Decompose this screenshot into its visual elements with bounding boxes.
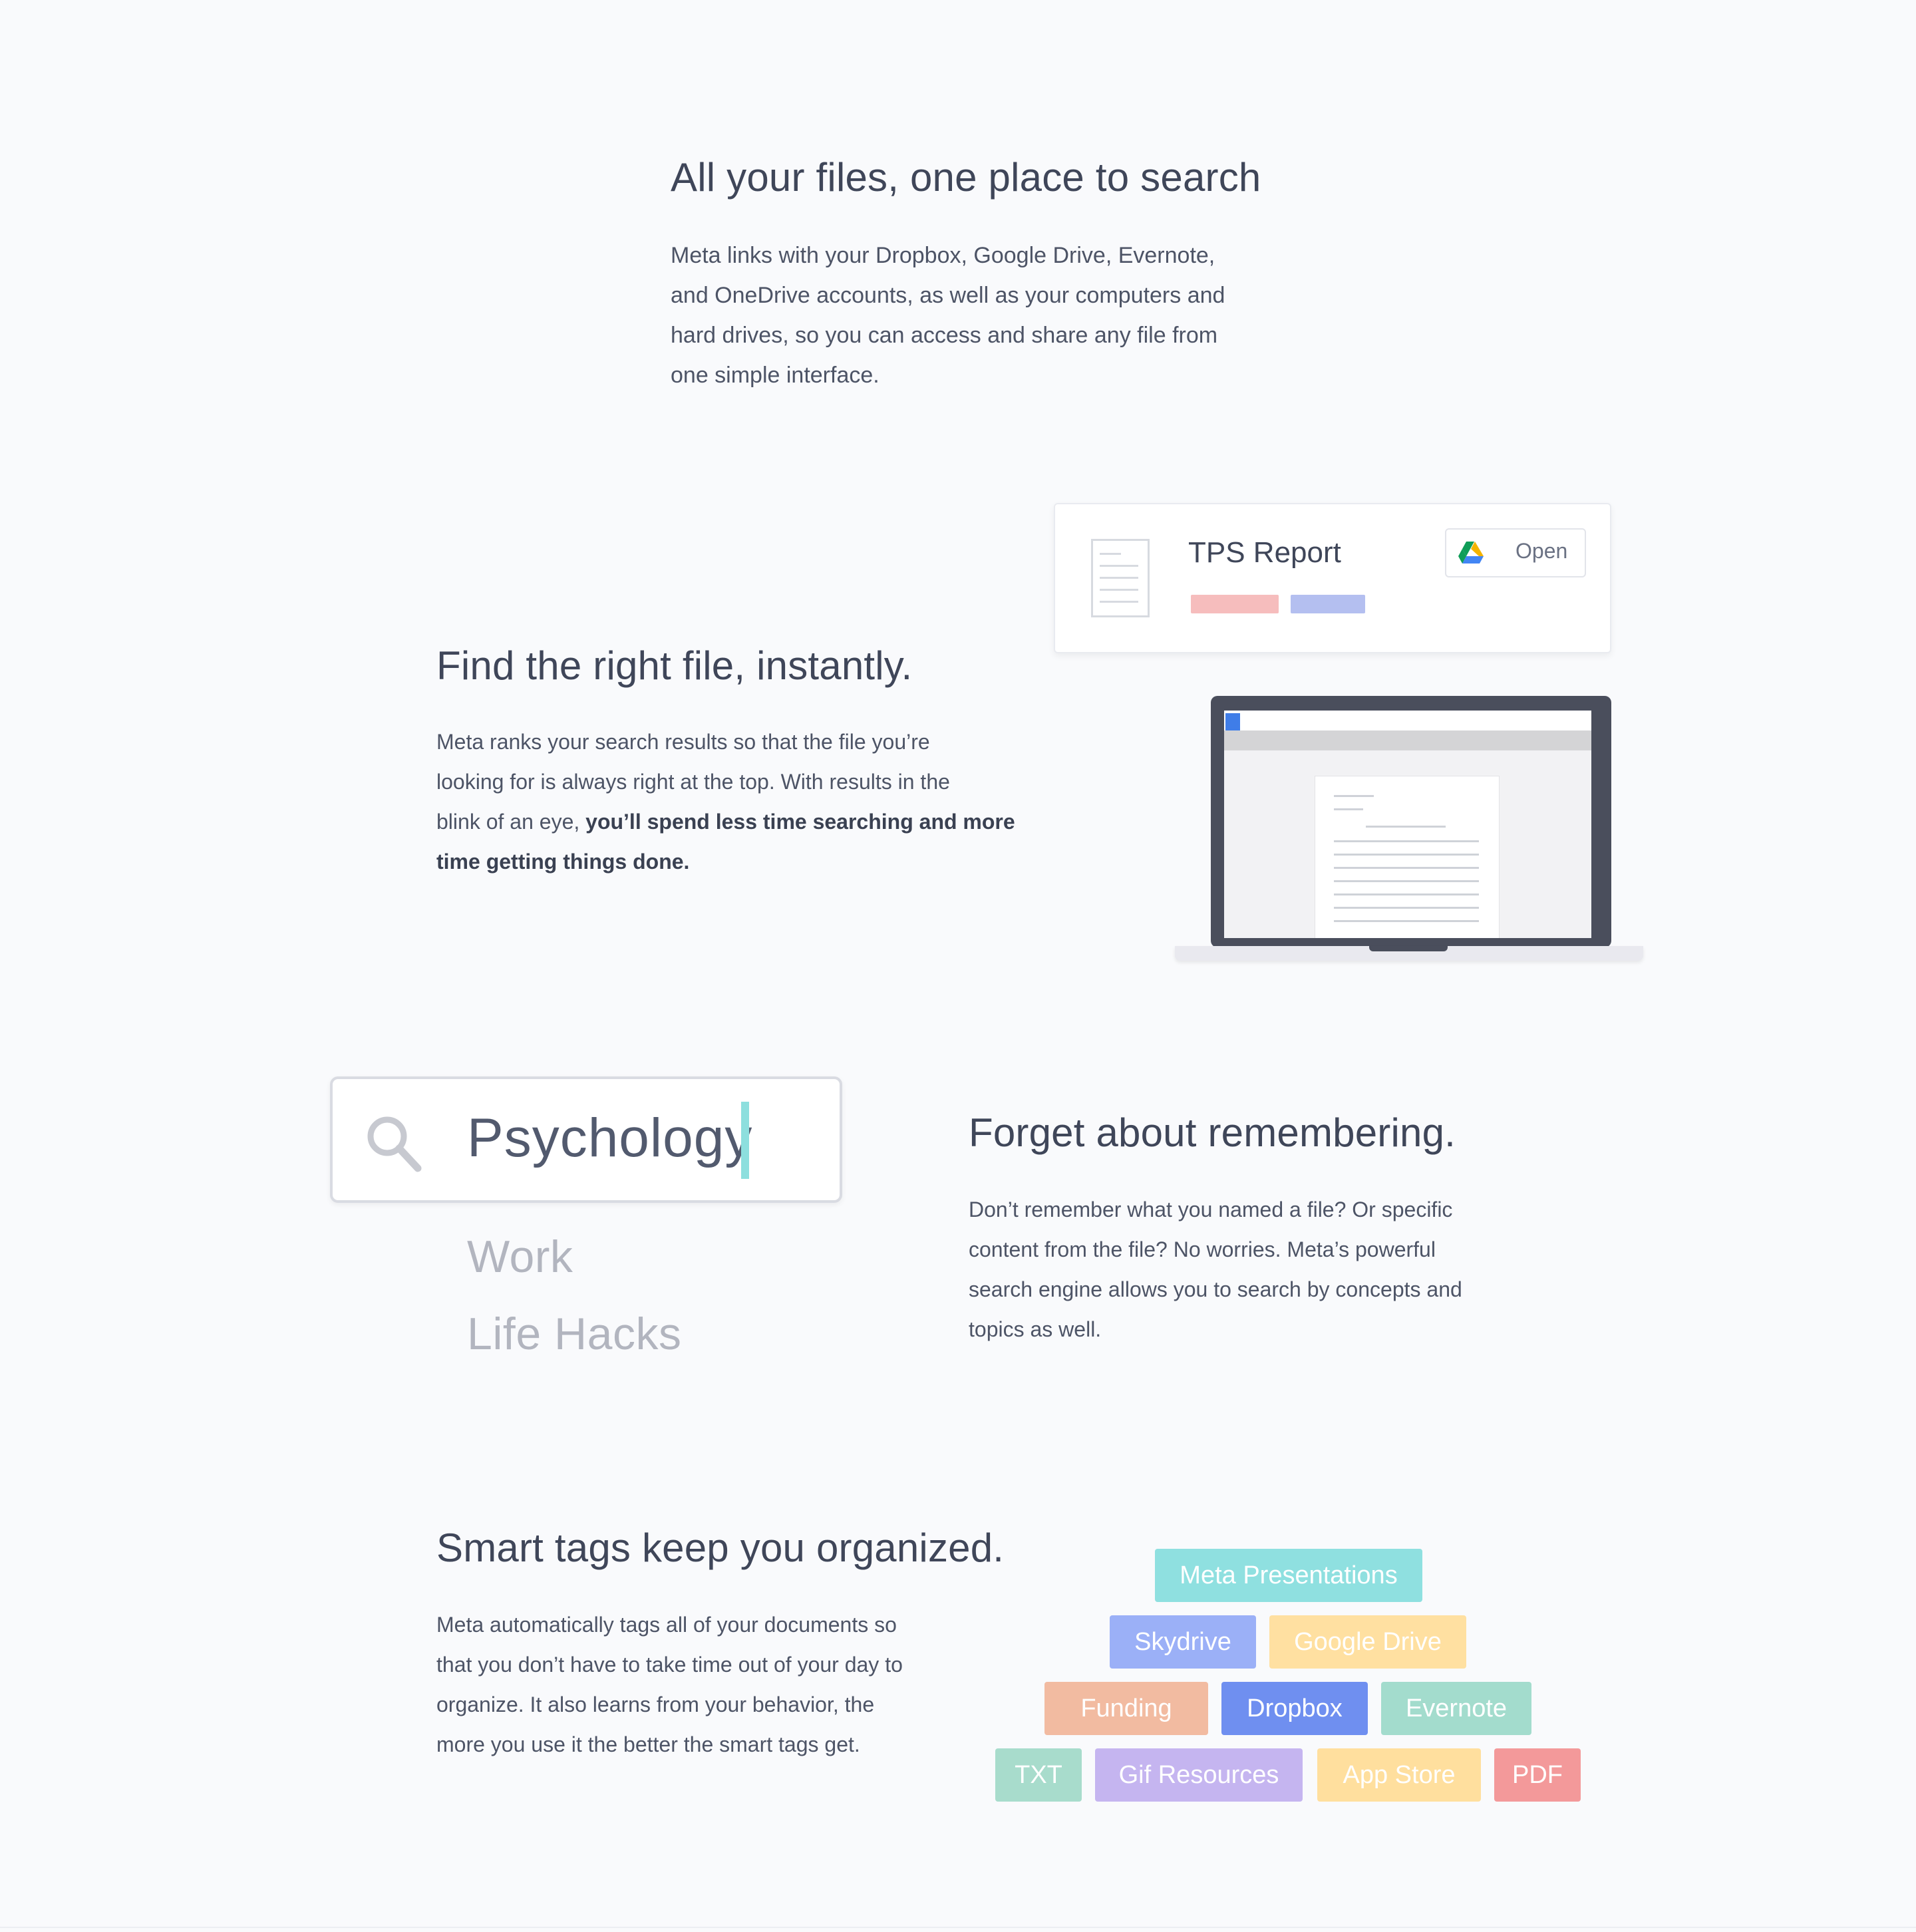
laptop-screen (1224, 711, 1591, 938)
section-title-remember: Forget about remembering. (969, 1110, 1456, 1155)
description-line: and OneDrive accounts, as well as your c… (671, 283, 1225, 308)
section-description-files: Meta links with your Dropbox, Google Dri… (671, 236, 1323, 395)
document-preview (1315, 776, 1500, 938)
description-line: topics as well. (969, 1317, 1102, 1341)
description-line: Meta links with your Dropbox, Google Dri… (671, 243, 1215, 268)
tag-pdf[interactable]: PDF (1494, 1748, 1581, 1802)
file-result-card[interactable]: TPS Report Open (1054, 503, 1611, 653)
tag-meta-presentations[interactable]: Meta Presentations (1155, 1549, 1422, 1602)
description-line: that you don’t have to take time out of … (436, 1653, 903, 1677)
section-title-files: All your files, one place to search (671, 155, 1261, 200)
description-line: looking for is always right at the top. … (436, 770, 950, 794)
tag-evernote[interactable]: Evernote (1381, 1682, 1531, 1735)
description-emphasis: time getting things done. (436, 850, 690, 874)
tag-google-drive[interactable]: Google Drive (1269, 1615, 1466, 1669)
section-title-find: Find the right file, instantly. (436, 643, 913, 688)
google-drive-icon (1458, 542, 1484, 564)
search-icon (366, 1115, 424, 1174)
description-line: Don’t remember what you named a file? Or… (969, 1198, 1453, 1221)
description-line: Meta automatically tags all of your docu… (436, 1613, 897, 1637)
tag-app-store[interactable]: App Store (1317, 1748, 1481, 1802)
description-emphasis: you’ll spend less time searching and mor… (585, 810, 1015, 834)
description-line: one simple interface. (671, 363, 879, 388)
open-button[interactable]: Open (1445, 528, 1586, 577)
laptop-illustration (1168, 696, 1647, 966)
file-name: TPS Report (1188, 536, 1341, 569)
tag-skydrive[interactable]: Skydrive (1110, 1615, 1256, 1669)
description-text: blink of an eye, (436, 810, 586, 834)
file-tag-bar (1291, 595, 1365, 613)
section-title-tags: Smart tags keep you organized. (436, 1526, 1005, 1570)
section-description-remember: Don’t remember what you named a file? Or… (969, 1190, 1541, 1349)
description-line: blink of an eye, you’ll spend less time … (436, 802, 1035, 842)
file-tag-bar (1191, 595, 1279, 613)
search-suggestion[interactable]: Work (467, 1231, 573, 1283)
description-line: search engine allows you to search by co… (969, 1277, 1462, 1301)
description-line: hard drives, so you can access and share… (671, 323, 1218, 348)
description-line: content from the file? No worries. Meta’… (969, 1237, 1436, 1261)
app-logo-icon (1225, 713, 1240, 730)
tag-gif-resources[interactable]: Gif Resources (1095, 1748, 1303, 1802)
search-input[interactable]: Psychology (330, 1076, 842, 1203)
description-line: time getting things done. (436, 842, 1035, 882)
search-suggestion[interactable]: Life Hacks (467, 1308, 681, 1360)
tag-dropbox[interactable]: Dropbox (1221, 1682, 1368, 1735)
description-line: organize. It also learns from your behav… (436, 1692, 875, 1716)
section-description-find: Meta ranks your search results so that t… (436, 722, 1035, 882)
search-query: Psychology (467, 1108, 753, 1168)
open-button-label: Open (1516, 539, 1568, 563)
text-cursor (741, 1102, 749, 1179)
tag-txt[interactable]: TXT (995, 1748, 1082, 1802)
description-line: Meta ranks your search results so that t… (436, 730, 930, 754)
section-description-tags: Meta automatically tags all of your docu… (436, 1605, 1009, 1764)
document-icon (1091, 539, 1150, 617)
tag-funding[interactable]: Funding (1044, 1682, 1208, 1735)
footer-divider (0, 1927, 1916, 1928)
description-line: more you use it the better the smart tag… (436, 1732, 860, 1756)
